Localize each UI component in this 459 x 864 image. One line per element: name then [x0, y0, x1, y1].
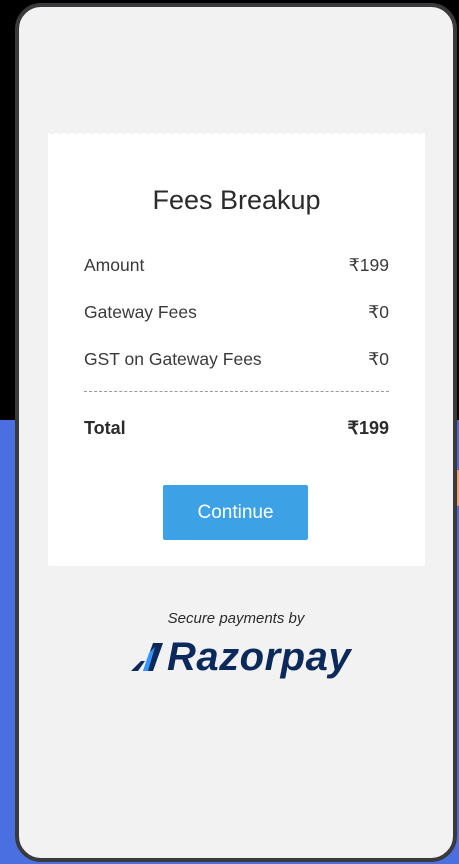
fee-row-gateway: Gateway Fees ₹0: [84, 302, 389, 323]
fees-card: Fees Breakup Amount ₹199 Gateway Fees ₹0…: [48, 131, 425, 570]
fees-title: Fees Breakup: [152, 185, 321, 215]
total-value: ₹199: [347, 418, 389, 438]
fee-label: Amount: [84, 255, 145, 275]
razorpay-logo: Razorpay: [129, 632, 351, 682]
total-label: Total: [84, 418, 126, 438]
secure-payments-text: Secure payments by: [167, 610, 305, 627]
fee-label: GST on Gateway Fees: [84, 349, 262, 369]
brand-name: Razorpay: [167, 634, 352, 679]
razorpay-icon: [131, 643, 163, 671]
phone-frame: Fees Breakup Amount ₹199 Gateway Fees ₹0…: [15, 3, 457, 862]
fee-value: ₹0: [368, 302, 389, 322]
fee-value: ₹0: [368, 349, 389, 369]
divider: [84, 391, 389, 392]
continue-button[interactable]: Continue: [163, 485, 308, 540]
fee-row-gst: GST on Gateway Fees ₹0: [84, 349, 389, 370]
fee-label: Gateway Fees: [84, 302, 197, 322]
total-row: Total ₹199: [84, 418, 389, 439]
fee-row-amount: Amount ₹199: [84, 255, 389, 276]
fee-value: ₹199: [348, 255, 389, 275]
